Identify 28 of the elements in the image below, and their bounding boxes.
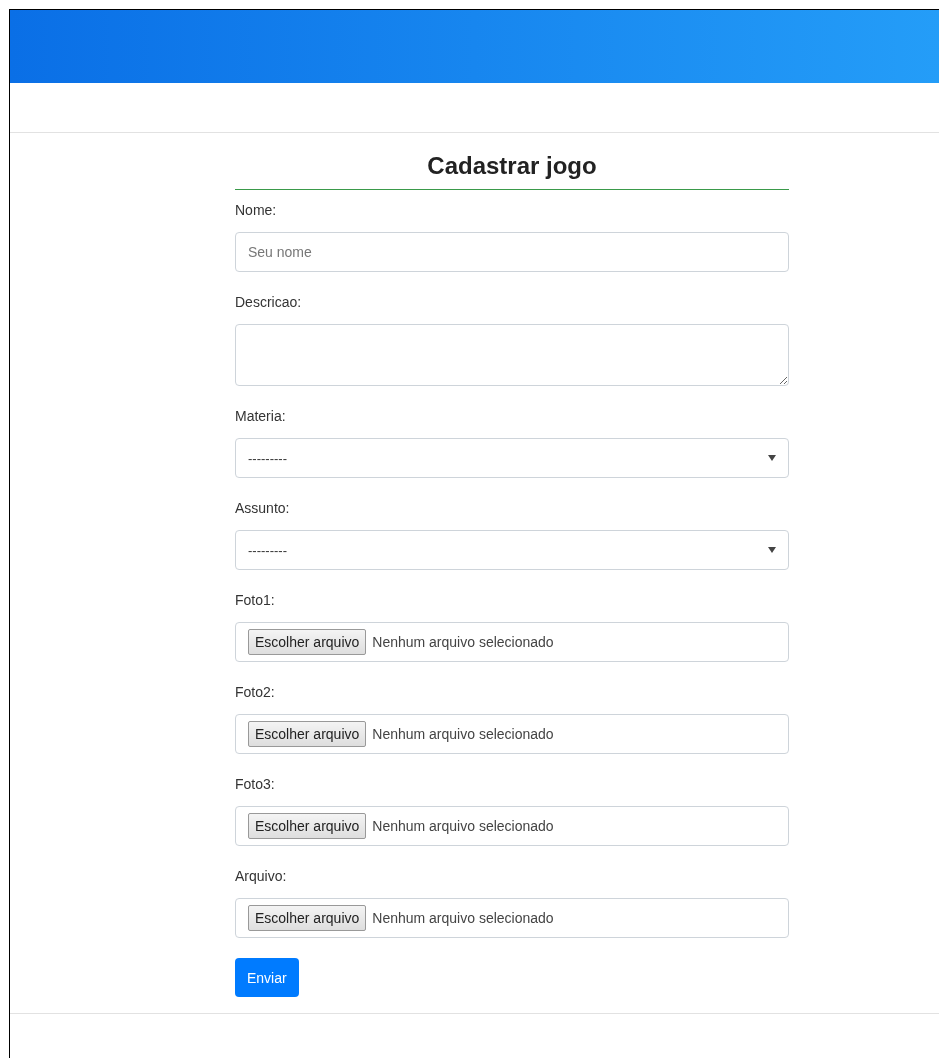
select-field[interactable]: ---------	[235, 530, 789, 570]
field-label: Nome:	[235, 201, 278, 220]
field-label: Arquivo:	[235, 867, 288, 886]
name-field[interactable]: Seu nome	[235, 232, 789, 272]
field-label: Foto3:	[235, 775, 276, 794]
file-field[interactable]: Escolher arquivo Nenhum arquivo selecionado	[235, 898, 789, 938]
field-label: Descricao:	[235, 293, 303, 312]
form-title: Cadastrar jogo	[235, 151, 789, 190]
file-status: Nenhum arquivo selecionado	[372, 634, 554, 650]
field-label: Foto1:	[235, 591, 276, 610]
submit-button[interactable]: Enviar	[235, 958, 299, 997]
field-label: Materia:	[235, 407, 287, 426]
caret-icon	[768, 455, 776, 461]
file-field[interactable]: Escolher arquivo Nenhum arquivo selecionado	[235, 622, 789, 662]
choose-file-button[interactable]: Escolher arquivo	[248, 905, 367, 931]
choose-file-button[interactable]: Escolher arquivo	[248, 721, 367, 747]
choose-file-button[interactable]: Escolher arquivo	[248, 813, 367, 839]
field-label: Assunto:	[235, 499, 291, 518]
choose-file-button[interactable]: Escolher arquivo	[248, 629, 367, 655]
file-status: Nenhum arquivo selecionado	[372, 726, 554, 742]
file-status: Nenhum arquivo selecionado	[372, 910, 554, 926]
file-field[interactable]: Escolher arquivo Nenhum arquivo selecionado	[235, 714, 789, 754]
file-field[interactable]: Escolher arquivo Nenhum arquivo selecionado	[235, 806, 789, 846]
caret-icon	[768, 547, 776, 553]
description-field[interactable]	[235, 324, 789, 386]
select-field[interactable]: ---------	[235, 438, 789, 478]
file-status: Nenhum arquivo selecionado	[372, 818, 554, 834]
field-label: Foto2:	[235, 683, 276, 702]
